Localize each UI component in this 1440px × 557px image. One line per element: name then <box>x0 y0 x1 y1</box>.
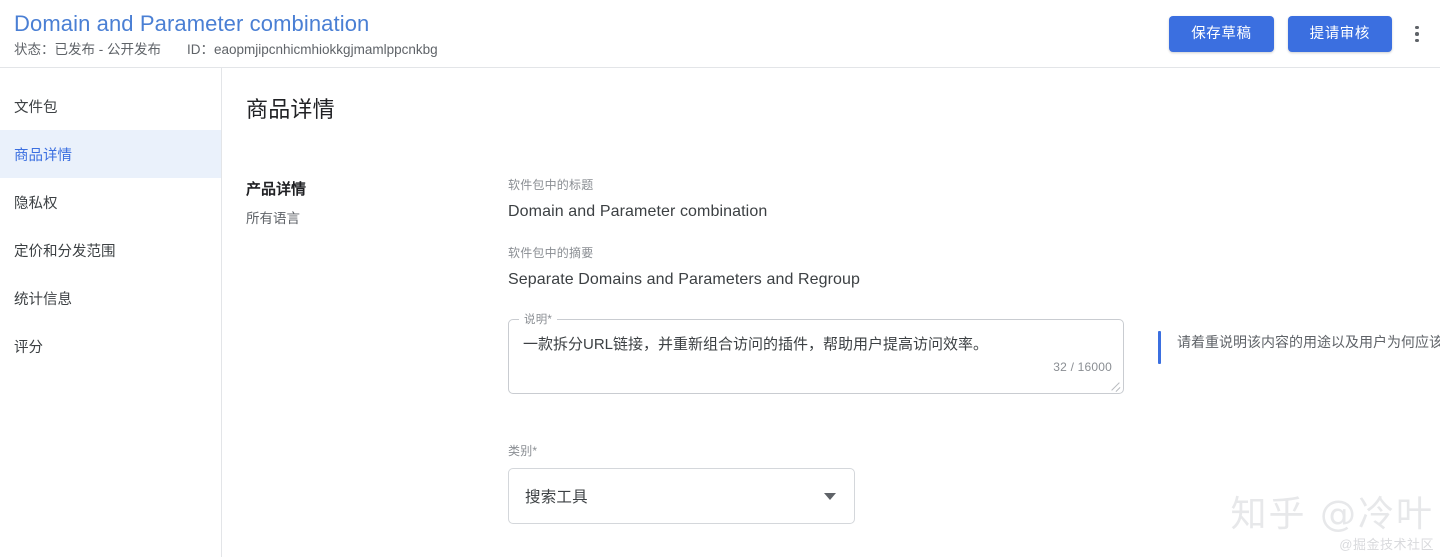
sidebar-item-label: 定价和分发范围 <box>14 243 116 260</box>
chevron-down-icon <box>824 493 836 500</box>
resize-handle-icon[interactable] <box>1109 379 1121 391</box>
header-left: Domain and Parameter combination 状态： 已发布… <box>0 0 1169 59</box>
description-label: 说明* <box>519 313 558 327</box>
category-selected-value: 搜索工具 <box>525 489 588 506</box>
category-caption: 类别* <box>508 444 538 458</box>
sidebar-item-store-listing[interactable]: 商品详情 <box>0 130 221 178</box>
kebab-dot <box>1415 38 1419 43</box>
category-select[interactable]: 搜索工具 <box>508 468 855 524</box>
sidebar-item-label: 隐私权 <box>14 195 58 212</box>
product-details-section: 产品详情 所有语言 软件包中的标题 Domain and Parameter c… <box>222 177 1440 524</box>
package-title-caption: 软件包中的标题 <box>508 178 594 192</box>
sidebar-item-ratings[interactable]: 评分 <box>0 322 221 370</box>
main-content: 商品详情 产品详情 所有语言 软件包中的标题 Domain and Parame… <box>222 68 1440 557</box>
header-meta: 状态： 已发布 - 公开发布 ID： eaopmjipcnhicmhiokkgj… <box>14 41 1169 59</box>
section-subtitle: 所有语言 <box>246 211 300 226</box>
content-heading: 商品详情 <box>246 97 335 122</box>
description-hint: 请着重说明该内容的用途以及用户为何应该安装它 <box>1158 319 1440 364</box>
sidebar-item-label: 商品详情 <box>14 147 72 164</box>
status-badge: 已发布 - 公开发布 <box>54 42 162 57</box>
section-aside: 产品详情 所有语言 <box>246 177 508 524</box>
save-draft-button[interactable]: 保存草稿 <box>1169 16 1274 52</box>
section-title: 产品详情 <box>246 181 307 198</box>
sidebar: 文件包 商品详情 隐私权 定价和分发范围 统计信息 评分 <box>0 68 222 557</box>
package-summary-field: 软件包中的摘要 Separate Domains and Parameters … <box>508 245 1440 291</box>
hint-accent-bar <box>1158 331 1161 364</box>
extension-id-value: eaopmjipcnhicmhiokkgjmamlppcnkbg <box>214 42 438 57</box>
description-input[interactable] <box>523 334 1109 358</box>
description-field: 说明* 32 / 16000 <box>508 313 1124 394</box>
sidebar-item-package[interactable]: 文件包 <box>0 82 221 130</box>
hint-text: 请着重说明该内容的用途以及用户为何应该安装它 <box>1177 334 1440 350</box>
kebab-dot <box>1415 32 1419 36</box>
header-actions: 保存草稿 提请审核 <box>1169 0 1440 54</box>
page-title: Domain and Parameter combination <box>14 11 370 36</box>
sidebar-item-privacy[interactable]: 隐私权 <box>0 178 221 226</box>
package-title-value: Domain and Parameter combination <box>508 203 768 220</box>
status-label: 状态： <box>14 42 55 57</box>
category-field: 类别* 搜索工具 <box>508 443 1440 524</box>
id-label: ID： <box>187 42 214 57</box>
watermark-sub: @掘金技术社区 <box>1339 537 1434 552</box>
package-summary-caption: 软件包中的摘要 <box>508 246 594 260</box>
description-row: 说明* 32 / 16000 请着重说明该内容的用途以及用户为何应该安装它 <box>508 313 1440 394</box>
package-summary-value: Separate Domains and Parameters and Regr… <box>508 271 861 288</box>
more-vert-icon[interactable] <box>1404 14 1430 54</box>
sidebar-item-pricing-distribution[interactable]: 定价和分发范围 <box>0 226 221 274</box>
sidebar-item-label: 评分 <box>14 339 43 356</box>
submit-review-button[interactable]: 提请审核 <box>1287 16 1392 52</box>
section-fields: 软件包中的标题 Domain and Parameter combination… <box>508 177 1440 524</box>
sidebar-item-statistics[interactable]: 统计信息 <box>0 274 221 322</box>
app-body: 文件包 商品详情 隐私权 定价和分发范围 统计信息 评分 商品详情 产品详情 所… <box>0 68 1440 557</box>
kebab-dot <box>1415 25 1419 30</box>
description-box[interactable]: 说明* 32 / 16000 <box>508 313 1124 394</box>
package-title-field: 软件包中的标题 Domain and Parameter combination <box>508 177 1440 223</box>
sidebar-item-label: 统计信息 <box>14 291 72 308</box>
app-header: Domain and Parameter combination 状态： 已发布… <box>0 0 1440 68</box>
description-char-counter: 32 / 16000 <box>1053 360 1112 374</box>
sidebar-item-label: 文件包 <box>14 99 58 116</box>
